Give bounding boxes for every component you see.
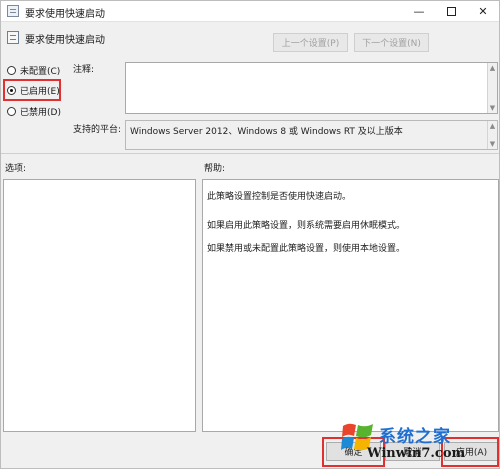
radio-not-configured[interactable]: 未配置(C) [7,63,60,77]
comment-label: 注释: [73,65,95,75]
watermark-url: Winwin7.com [367,446,466,461]
help-panel: 此策略设置控制是否使用快速启动。 如果启用此策略设置，则系统需要启用休眠模式。 … [202,179,499,432]
enabled-highlight-box [3,79,61,101]
comment-textarea[interactable]: ▲ ▼ [125,62,498,114]
divider [1,153,499,154]
help-label: 帮助: [204,164,226,174]
window-title: 要求使用快速启动 [25,9,105,20]
radio-disabled[interactable]: 已禁用(D) [7,104,61,118]
options-label: 选项: [5,164,27,174]
platform-value: Windows Server 2012、Windows 8 或 Windows … [130,127,403,137]
title-bar[interactable]: 要求使用快速启动 — ✕ [1,1,499,22]
policy-dialog: 要求使用快速启动 — ✕ 要求使用快速启动 上一个设置(P) 下一个设置(N) … [0,0,500,469]
platform-label: 支持的平台: [73,125,122,135]
close-button[interactable]: ✕ [467,1,499,22]
watermark-site-name: 系统之家 [379,427,451,447]
radio-label: 未配置(C) [20,66,61,77]
previous-setting-button[interactable]: 上一个设置(P) [273,33,348,52]
help-text-line: 如果禁用或未配置此策略设置，则使用本地设置。 [207,244,406,254]
scroll-down-icon[interactable]: ▼ [488,103,497,113]
help-text-line: 此策略设置控制是否使用快速启动。 [207,192,352,202]
radio-circle[interactable] [7,65,16,75]
radio-label: 已禁用(D) [20,107,61,118]
next-setting-button[interactable]: 下一个设置(N) [354,33,429,52]
policy-icon [7,5,19,17]
radio-circle[interactable] [7,106,16,116]
scroll-down-icon[interactable]: ▼ [488,139,497,149]
maximize-icon [446,7,456,16]
options-panel [3,179,196,432]
help-text-line: 如果启用此策略设置，则系统需要启用休眠模式。 [207,221,406,231]
maximize-button[interactable] [435,1,467,22]
minimize-button[interactable]: — [403,1,435,22]
setting-icon [7,31,19,44]
platform-field: Windows Server 2012、Windows 8 或 Windows … [125,120,498,150]
comment-scrollbar[interactable]: ▲ ▼ [487,63,497,113]
setting-title: 要求使用快速启动 [25,35,105,46]
site-watermark: 系统之家 Winwin7.com [339,418,500,469]
scroll-up-icon[interactable]: ▲ [488,121,497,131]
platform-scrollbar[interactable]: ▲ ▼ [487,121,497,149]
scroll-up-icon[interactable]: ▲ [488,63,497,73]
